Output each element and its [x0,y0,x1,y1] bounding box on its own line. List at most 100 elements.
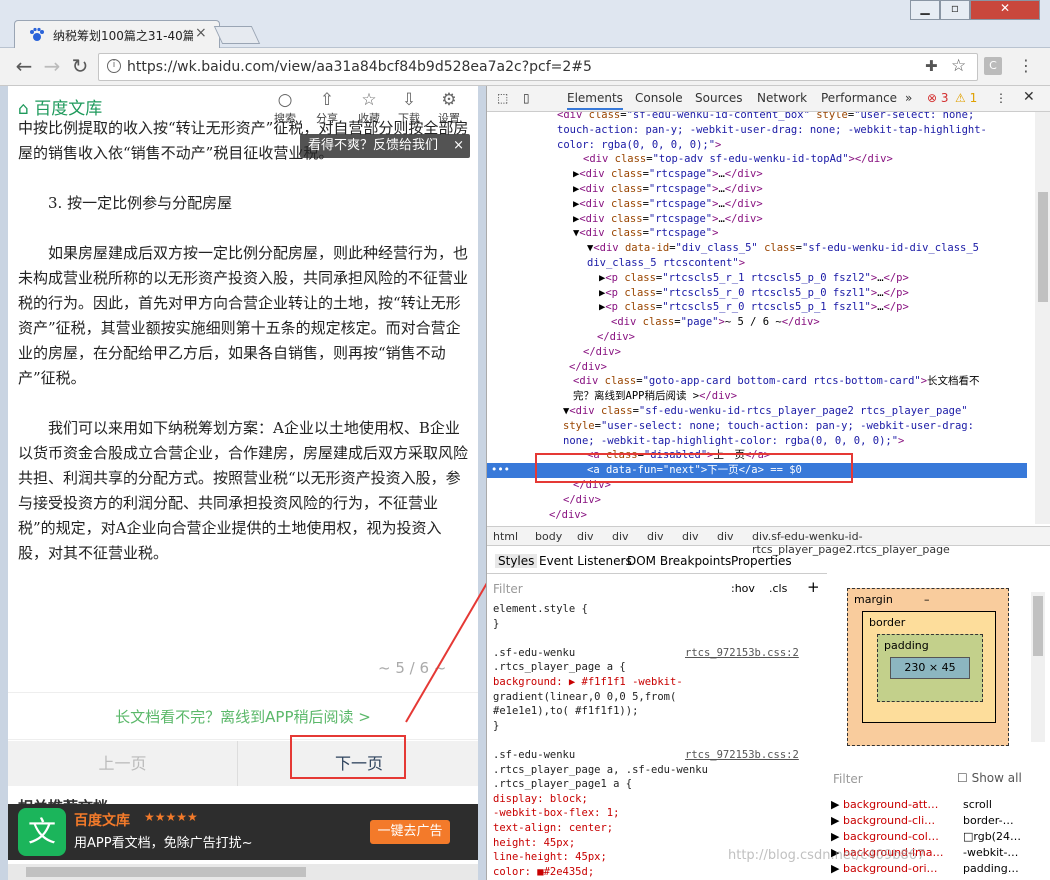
box-model: margin – border padding 230 × 45 [831,576,1050,766]
tab-network[interactable]: Network [757,91,807,105]
breadcrumb-item[interactable]: div [612,530,629,543]
dom-node-line[interactable]: <div class="goto-app-card bottom-card rt… [487,374,1027,389]
dom-node-line[interactable]: color: rgba(0, 0, 0, 0);"> [487,138,1027,153]
device-toggle-icon[interactable]: ▯ [523,91,530,105]
boxmodel-scrollbar[interactable] [1031,592,1045,742]
style-rule-line[interactable]: -webkit-box-flex: 1; [493,806,619,821]
margin-box: margin – border padding 230 × 45 [847,588,1009,746]
dom-node-line[interactable]: <div class="top-adv sf-edu-wenku-id-topA… [487,152,1027,167]
devtools-close-icon[interactable]: ✕ [1023,89,1035,105]
dom-node-line[interactable]: ▶<p class="rtcscls5_r_0 rtcscls5_p_0 fsz… [487,286,1027,301]
style-rule-line: #e1e1e1),to( #f1f1f1)); [493,705,639,718]
tab-console[interactable]: Console [635,91,683,105]
dom-node-line[interactable]: ▶<p class="rtcscls5_r_0 rtcscls5_p_1 fsz… [487,300,1027,315]
dom-node-line[interactable]: ▼<div data-id="div_class_5" class="sf-ed… [487,241,1027,256]
computed-row[interactable]: ▶ background-cli… border-… [831,814,1045,827]
dom-node-line[interactable]: style="user-select: none; touch-action: … [487,419,1027,434]
margin-label: margin [854,593,893,606]
dom-node-line[interactable]: </div> [487,360,1027,375]
dom-node-line[interactable]: ▶<div class="rtcspage">…</div> [487,212,1027,227]
stylesheet-link[interactable]: rtcs_972153b.css:2 [685,748,799,763]
computed-row[interactable]: ▶ background-col… □rgb(24… [831,830,1045,843]
subtab-event-listeners[interactable]: Event Listeners [539,554,632,568]
dom-node-line[interactable]: 完？离线到APP稍后阅读 ></div> [487,389,1027,404]
dom-node-line[interactable]: none; -webkit-tap-highlight-color: rgba(… [487,434,1027,449]
styles-filter-input[interactable]: Filter [493,582,523,596]
tab-sources[interactable]: Sources [695,91,742,105]
tab-elements[interactable]: Elements [567,91,623,110]
style-rule-line[interactable]: background: ▶ #f1f1f1 -webkit- [493,675,683,690]
tab-performance[interactable]: Performance [821,91,897,105]
border-box: border padding 230 × 45 [862,611,996,723]
styles-subtabs: Styles Event Listeners DOM Breakpoints Prop… [487,550,827,574]
node-actions-icon[interactable]: ••• [491,463,510,478]
content-size: 230 × 45 [890,657,970,679]
devtools-panel: ⬚ ▯ Elements Console Sources Network Perform… [486,86,1050,880]
dom-node-line[interactable]: ▶<p class="rtcscls5_r_1 rtcscls5_p_0 fsz… [487,271,1027,286]
style-rule-line: .rtcs_player_page a { [493,661,626,674]
padding-box: padding 230 × 45 [877,634,983,702]
breadcrumb-item[interactable]: div [717,530,734,543]
watermark: http://blog.csdn.net/c409b867 [728,848,926,863]
more-tabs-icon[interactable]: » [905,91,912,105]
dom-node-line[interactable]: ▼<div class="sf-edu-wenku-id-rtcs_player… [487,404,1027,419]
warning-count[interactable]: ⚠ 1 [955,91,977,105]
computed-filter-input[interactable]: Filter [833,772,863,786]
dom-node-line[interactable]: ▶<div class="rtcspage">…</div> [487,167,1027,182]
devtools-menu-icon[interactable]: ⋮ [995,91,1007,105]
style-rule-line[interactable]: height: 45px; [493,836,575,851]
error-count[interactable]: ⊗ 3 [927,91,949,105]
computed-value: scroll [963,798,992,811]
styles-pane[interactable]: element.style {} .sf-edu-wenku rtcs_972153… [487,602,817,880]
dom-node-line[interactable]: </div> [487,345,1027,360]
breadcrumb-item[interactable]: div [682,530,699,543]
dom-node-line[interactable]: </div> [487,508,1027,523]
boxmodel-scrollbar-thumb[interactable] [1033,596,1043,656]
margin-top-value: – [924,593,930,606]
breadcrumb-item[interactable]: body [535,530,562,543]
style-rule-line: gradient(linear,0 0,0 5,from( [493,690,677,703]
style-rule-line[interactable]: line-height: 45px; [493,850,607,865]
computed-prop: background-att… [842,798,939,811]
stylesheet-link[interactable]: rtcs_972153b.css:2 [685,646,799,661]
elements-scrollbar-thumb[interactable] [1038,192,1048,302]
dom-node-line[interactable]: div_class_5 rtcscontent"> [487,256,1027,271]
elements-scrollbar[interactable] [1035,112,1050,524]
style-rule-line: .sf-edu-wenku [493,749,576,761]
computed-row[interactable]: ▶ background-ori… padding… [831,862,1045,875]
subtab-styles[interactable]: Styles [495,554,538,568]
style-rule-line: .rtcs_player_page a, .sf-edu-wenku [493,763,708,776]
style-rule-line: element.style { [493,603,588,615]
dom-node-line[interactable]: ▶<div class="rtcspage">…</div> [487,182,1027,197]
computed-prop: background-ori… [842,862,938,875]
dom-node-line[interactable]: <div class="sf-edu-wenku-id-content_box"… [487,112,1027,123]
dom-node-line[interactable]: </div> [487,330,1027,345]
computed-value: border-… [963,814,1014,827]
show-all-checkbox[interactable]: ☐ Show all [957,771,1022,785]
cls-toggle[interactable]: .cls [769,582,787,595]
padding-label: padding [884,639,929,652]
hov-toggle[interactable]: :hov [731,582,755,595]
style-rule-line: } [493,719,500,732]
style-rule-line: .rtcs_player_page1 a { [493,778,633,791]
style-rule-line[interactable]: display: block; [493,792,588,807]
devtools-tabbar: ⬚ ▯ Elements Console Sources Network Perform… [487,86,1050,112]
dom-node-line[interactable]: touch-action: pan-y; -webkit-user-drag: … [487,123,1027,138]
subtab-dom-breakpoints[interactable]: DOM Breakpoints [627,554,731,568]
dom-node-line[interactable]: </div> [487,493,1027,508]
inspect-icon[interactable]: ⬚ [497,91,508,105]
error-count-value: 3 [940,91,949,105]
computed-row[interactable]: ▶ background-att… scroll [831,798,1045,811]
dom-node-line[interactable]: ▼<div class="rtcspage"> [487,226,1027,241]
breadcrumb-item[interactable]: div [647,530,664,543]
breadcrumb-item[interactable]: html [493,530,518,543]
subtab-properties[interactable]: Properties [731,554,792,568]
style-rule-line[interactable]: color: ■#2e435d; [493,865,594,880]
breadcrumb-item[interactable]: div [577,530,594,543]
dom-node-line[interactable]: <div class="page">~ 5 / 6 ~</div> [487,315,1027,330]
dom-node-line[interactable]: ▶<div class="rtcspage">…</div> [487,197,1027,212]
style-rule-line[interactable]: text-align: center; [493,821,613,836]
show-all-label: Show all [971,771,1022,785]
dom-node-line[interactable]: <div class="dda-bottom sf-edu-wenku-id-d… [487,522,1027,524]
add-rule-icon[interactable]: + [807,578,820,596]
